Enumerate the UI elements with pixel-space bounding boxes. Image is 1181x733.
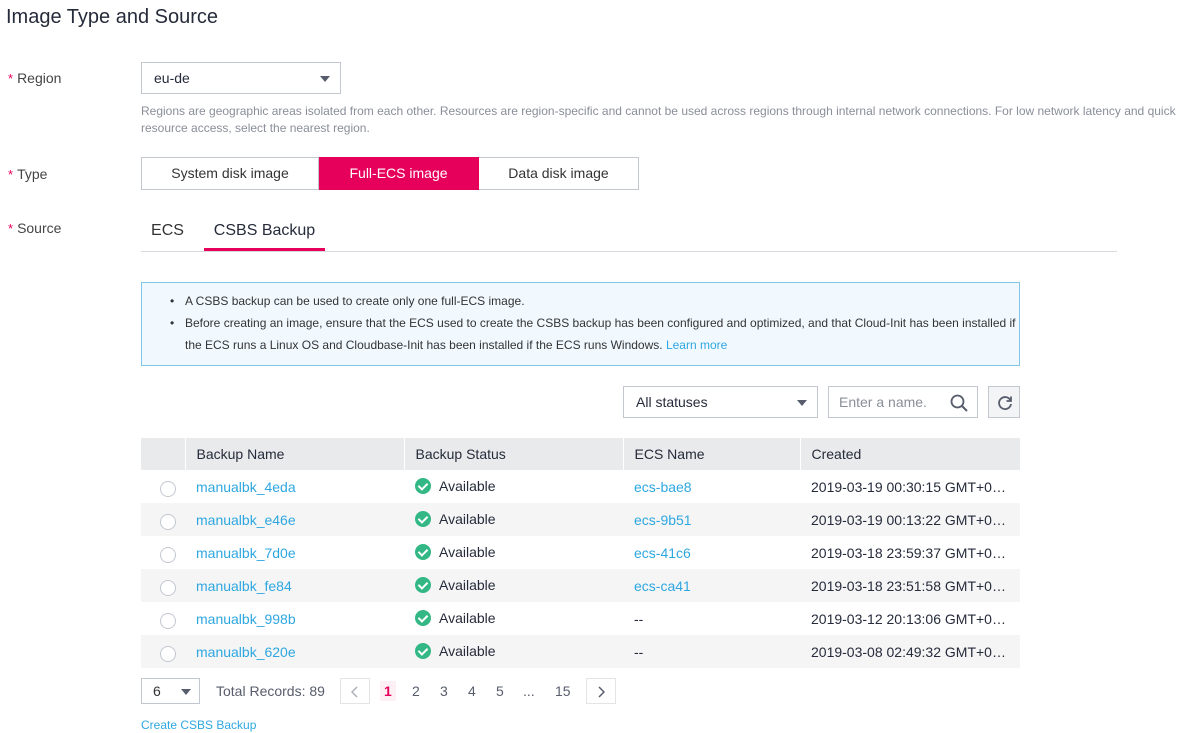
table-row[interactable]: manualbk_e46e Available ecs-9b51 2019-03… — [141, 503, 1020, 536]
backup-name-link[interactable]: manualbk_fe84 — [196, 578, 292, 594]
ecs-name-link[interactable]: ecs-ca41 — [634, 578, 691, 594]
search-icon[interactable] — [950, 394, 968, 412]
table-row[interactable]: manualbk_620e Available -- 2019-03-08 02… — [141, 635, 1020, 668]
row-radio[interactable] — [160, 547, 176, 563]
region-help-text: Regions are geographic areas isolated fr… — [141, 104, 1176, 135]
ecs-name-link[interactable]: ecs-bae8 — [634, 479, 692, 495]
chevron-down-icon — [320, 76, 330, 82]
required-mark: * — [8, 167, 14, 182]
chevron-down-icon — [181, 689, 191, 695]
status-text: Available — [439, 477, 496, 494]
status-filter-value: All statuses — [636, 394, 708, 410]
backup-table: Backup Name Backup Status ECS Name Creat… — [141, 438, 1020, 668]
created-time: 2019-03-19 00:30:15 GMT+0… — [811, 478, 1006, 495]
backup-name-link[interactable]: manualbk_7d0e — [196, 545, 296, 561]
created-time: 2019-03-08 02:49:32 GMT+0… — [800, 635, 1020, 668]
backup-name-link[interactable]: manualbk_620e — [196, 644, 296, 660]
backup-name-link[interactable]: manualbk_e46e — [196, 512, 296, 528]
status-text: Available — [439, 510, 496, 527]
created-time: 2019-03-18 23:59:37 GMT+0… — [811, 544, 1006, 561]
column-header-created: Created — [800, 438, 1020, 470]
region-select-value: eu-de — [154, 70, 190, 86]
row-radio[interactable] — [160, 613, 176, 629]
search-input[interactable] — [829, 387, 939, 417]
ecs-name-link[interactable]: ecs-41c6 — [634, 545, 691, 561]
ecs-name-empty: -- — [634, 643, 644, 660]
learn-more-link[interactable]: Learn more — [666, 338, 727, 352]
created-time: 2019-03-12 20:13:06 GMT+0… — [811, 610, 1006, 627]
table-row[interactable]: manualbk_7d0e Available ecs-41c6 2019-03… — [141, 536, 1020, 569]
type-option-system-disk[interactable]: System disk image — [141, 157, 319, 190]
row-radio[interactable] — [160, 481, 176, 497]
page-size-value: 6 — [153, 683, 161, 699]
chevron-down-icon — [797, 400, 807, 406]
status-text: Available — [439, 642, 496, 659]
page-number[interactable]: 3 — [440, 683, 448, 699]
status-filter-select[interactable]: All statuses — [623, 386, 818, 418]
check-circle-icon — [415, 643, 431, 660]
tab-ecs[interactable]: ECS — [141, 214, 194, 251]
check-circle-icon — [415, 610, 431, 627]
column-header-backup-name: Backup Name — [185, 438, 405, 470]
total-records: Total Records: 89 — [216, 683, 325, 699]
row-radio[interactable] — [160, 580, 176, 596]
create-csbs-backup-link[interactable]: Create CSBS Backup — [141, 718, 256, 732]
column-header-backup-status: Backup Status — [404, 438, 624, 470]
table-row[interactable]: manualbk_4eda Available ecs-bae8 2019-03… — [141, 470, 1020, 503]
ecs-name-empty: -- — [634, 610, 644, 627]
page-number[interactable]: 15 — [555, 683, 571, 699]
backup-name-link[interactable]: manualbk_4eda — [196, 479, 296, 495]
table-row[interactable]: manualbk_fe84 Available ecs-ca41 2019-03… — [141, 569, 1020, 602]
page-number[interactable]: 5 — [496, 683, 504, 699]
row-radio[interactable] — [160, 514, 176, 530]
prev-page-button[interactable] — [340, 678, 370, 704]
page-ellipsis: ... — [523, 683, 535, 699]
check-circle-icon — [415, 544, 431, 561]
row-radio[interactable] — [160, 646, 176, 662]
required-mark: * — [8, 221, 14, 236]
table-row[interactable]: manualbk_998b Available -- 2019-03-12 20… — [141, 602, 1020, 635]
type-label: * Type — [8, 166, 48, 182]
table-header-row: Backup Name Backup Status ECS Name Creat… — [141, 438, 1020, 470]
chevron-left-icon — [351, 686, 358, 698]
type-option-data-disk[interactable]: Data disk image — [479, 157, 639, 190]
tab-csbs-backup[interactable]: CSBS Backup — [204, 214, 325, 251]
status-text: Available — [439, 576, 496, 593]
page-number[interactable]: 1 — [380, 681, 396, 701]
ecs-name-link[interactable]: ecs-9b51 — [634, 512, 692, 528]
type-option-full-ecs[interactable]: Full-ECS image — [319, 157, 479, 190]
required-mark: * — [8, 71, 14, 86]
column-header-ecs-name: ECS Name — [623, 438, 801, 470]
type-selector: System disk image Full-ECS image Data di… — [141, 157, 639, 190]
refresh-icon — [998, 396, 1012, 410]
next-page-button[interactable] — [586, 678, 616, 704]
check-circle-icon — [415, 511, 431, 528]
source-label: * Source — [8, 220, 62, 236]
region-select[interactable]: eu-de — [141, 62, 341, 94]
check-circle-icon — [415, 478, 431, 495]
refresh-button[interactable] — [988, 386, 1020, 418]
page-number[interactable]: 2 — [412, 683, 420, 699]
section-title: Image Type and Source — [6, 6, 218, 28]
created-time: 2019-03-18 23:51:58 GMT+0… — [800, 569, 1020, 602]
info-bullet: A CSBS backup can be used to create only… — [167, 290, 1019, 312]
status-text: Available — [439, 543, 496, 560]
info-bullet: Before creating an image, ensure that th… — [167, 312, 1019, 356]
select-column-header — [141, 438, 186, 470]
info-box: A CSBS backup can be used to create only… — [141, 282, 1020, 366]
created-time: 2019-03-19 00:13:22 GMT+0… — [800, 503, 1020, 536]
search-box — [828, 386, 978, 418]
check-circle-icon — [415, 577, 431, 594]
chevron-right-icon — [598, 686, 605, 698]
backup-name-link[interactable]: manualbk_998b — [196, 611, 296, 627]
region-label: * Region — [8, 70, 62, 86]
source-tabs: ECS CSBS Backup — [141, 214, 1117, 252]
status-text: Available — [439, 609, 496, 626]
page-number[interactable]: 4 — [468, 683, 476, 699]
page-size-select[interactable]: 6 — [141, 678, 200, 704]
